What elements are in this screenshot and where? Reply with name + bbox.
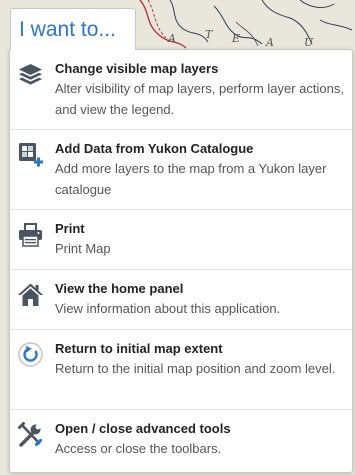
i-want-to-menu: Change visible map layers Alter visibili… [9,49,353,473]
menu-item-add-data[interactable]: Add Data from Yukon Catalogue Add more l… [10,130,352,210]
menu-item-home-panel[interactable]: View the home panel View information abo… [10,270,352,330]
layers-icon [17,61,44,88]
tools-icon [17,421,44,448]
menu-item-description: Add more layers to the map from a Yukon … [55,161,327,197]
map-label: E [231,32,240,45]
map-label: U [304,36,314,49]
home-icon [17,281,44,308]
menu-item-title: Add Data from Yukon Catalogue [55,141,254,156]
menu-item-print[interactable]: Print Print Map [10,210,352,270]
add-data-icon [17,141,44,168]
refresh-icon [17,341,44,368]
map-label: A [265,36,274,49]
printer-icon [17,221,44,248]
menu-item-description: Access or close the toolbars. [55,441,222,456]
menu-item-description: Print Map [55,241,111,256]
menu-item-title: Change visible map layers [55,61,219,76]
menu-item-title: Open / close advanced tools [55,421,231,436]
menu-item-description: Return to the initial map position and z… [55,361,336,376]
menu-item-description: View information about this application. [55,301,281,316]
menu-item-title: View the home panel [55,281,184,296]
map-label: A [167,32,176,45]
menu-item-advanced-tools[interactable]: Open / close advanced tools Access or cl… [10,410,352,472]
i-want-to-button[interactable]: I want to... [10,8,136,50]
menu-item-title: Print [55,221,85,236]
menu-item-description: Alter visibility of map layers, perform … [55,81,344,117]
menu-item-initial-extent[interactable]: Return to initial map extent Return to t… [10,330,352,410]
menu-item-title: Return to initial map extent [55,341,223,356]
menu-item-change-layers[interactable]: Change visible map layers Alter visibili… [10,50,352,130]
